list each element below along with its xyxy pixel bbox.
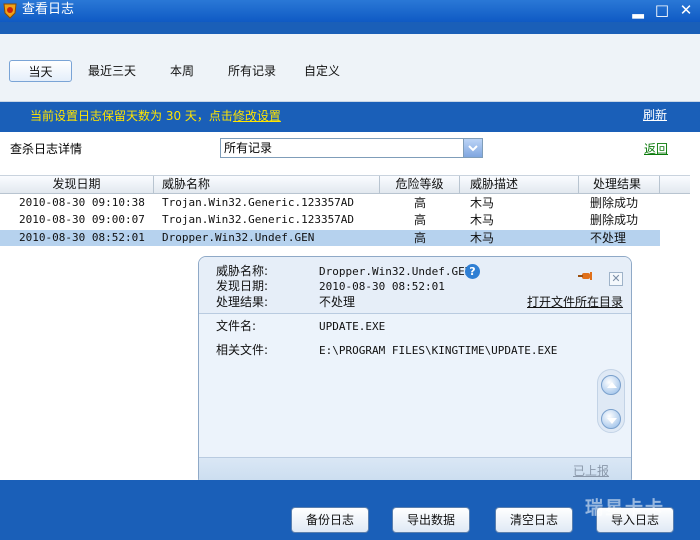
result-label: 处理结果: (216, 295, 269, 309)
threat-name-label: 威胁名称: (216, 264, 269, 278)
backup-log-button[interactable]: 备份日志 (291, 507, 369, 533)
scroll-down-icon[interactable] (601, 409, 621, 429)
tab-this-week[interactable]: 本周 (160, 60, 204, 82)
rising-lion-icon (3, 3, 17, 19)
export-data-button[interactable]: 导出数据 (392, 507, 470, 533)
close-button[interactable]: ✕ (676, 1, 696, 19)
cell-risk-level: 高 (414, 213, 427, 227)
cell-risk-level: 高 (414, 231, 427, 245)
reported-status: 已上报 (573, 464, 610, 478)
cell-result: 删除成功 (590, 213, 639, 227)
cell-threat-name: Trojan.Win32.Generic.123357AD (162, 213, 355, 226)
found-date-label: 发现日期: (216, 279, 269, 293)
cell-found-date: 2010-08-30 09:00:07 (19, 213, 145, 226)
related-file-label: 相关文件: (216, 343, 269, 357)
column-result[interactable]: 处理结果 (579, 176, 655, 193)
cell-threat-description: 木马 (470, 231, 495, 245)
table-row-selected[interactable]: 2010-08-30 08:52:01 Dropper.Win32.Undef.… (0, 230, 660, 246)
threat-detail-popup: 威胁名称: Dropper.Win32.Undef.GEN ? ✕ 发现日期: … (198, 256, 632, 486)
scan-log-detail-label: 查杀日志详情 (10, 142, 83, 156)
cell-threat-name: Trojan.Win32.Generic.123357AD (162, 196, 355, 209)
modify-settings-link[interactable]: 修改设置 (233, 109, 281, 123)
record-filter-select[interactable]: 所有记录 (220, 138, 483, 158)
tab-all-records[interactable]: 所有记录 (222, 60, 282, 82)
cell-threat-name: Dropper.Win32.Undef.GEN (162, 231, 315, 244)
clear-log-button[interactable]: 清空日志 (495, 507, 573, 533)
maximize-button[interactable]: □ (652, 1, 672, 19)
found-date-value: 2010-08-30 08:52:01 (319, 280, 445, 293)
cell-found-date: 2010-08-30 09:10:38 (19, 196, 145, 209)
file-name-label: 文件名: (216, 319, 257, 333)
cell-found-date: 2010-08-30 08:52:01 (19, 231, 145, 244)
threat-name-value: Dropper.Win32.Undef.GEN (319, 265, 472, 278)
refresh-link[interactable]: 刷新 (643, 107, 667, 123)
window-title: 查看日志 (22, 2, 75, 17)
file-name-value: UPDATE.EXE (319, 320, 386, 333)
popup-close-icon[interactable]: ✕ (609, 272, 623, 286)
column-divider[interactable] (659, 176, 660, 193)
table-row[interactable]: 2010-08-30 09:10:38 Trojan.Win32.Generic… (0, 195, 660, 211)
open-file-location-link[interactable]: 打开文件所在目录 (527, 295, 623, 310)
retention-notice: 当前设置日志保留天数为 30 天，点击修改设置 (30, 108, 281, 124)
column-threat-name[interactable]: 威胁名称 (154, 176, 218, 193)
retention-notice-text: 当前设置日志保留天数为 30 天，点击 (30, 109, 233, 123)
cell-result: 删除成功 (590, 196, 639, 210)
cell-result: 不处理 (590, 231, 627, 245)
title-bar[interactable]: 查看日志 ▂ □ ✕ (0, 0, 700, 22)
result-value: 不处理 (319, 295, 356, 309)
scroll-up-icon[interactable] (601, 375, 621, 395)
cell-risk-level: 高 (414, 196, 427, 210)
minimize-button[interactable]: ▂ (628, 1, 648, 19)
help-icon[interactable]: ? (465, 264, 480, 279)
back-link[interactable]: 返回 (644, 141, 668, 157)
column-found-date[interactable]: 发现日期 (0, 176, 153, 193)
record-filter-value: 所有记录 (224, 141, 273, 155)
dropdown-arrow-icon[interactable] (463, 139, 482, 157)
cell-threat-description: 木马 (470, 196, 495, 210)
cell-threat-description: 木马 (470, 213, 495, 227)
watermark-logo: 瑞星卡卡 (585, 498, 665, 519)
tab-custom[interactable]: 自定义 (298, 60, 346, 82)
tab-today[interactable]: 当天 (9, 60, 72, 82)
column-risk-level[interactable]: 危险等级 (380, 176, 459, 193)
table-row[interactable]: 2010-08-30 09:00:07 Trojan.Win32.Generic… (0, 212, 660, 228)
pin-icon[interactable] (577, 271, 593, 281)
tab-last-three-days[interactable]: 最近三天 (82, 60, 142, 82)
related-file-value: E:\PROGRAM FILES\KINGTIME\UPDATE.EXE (319, 344, 558, 357)
column-threat-description[interactable]: 威胁描述 (460, 176, 528, 193)
